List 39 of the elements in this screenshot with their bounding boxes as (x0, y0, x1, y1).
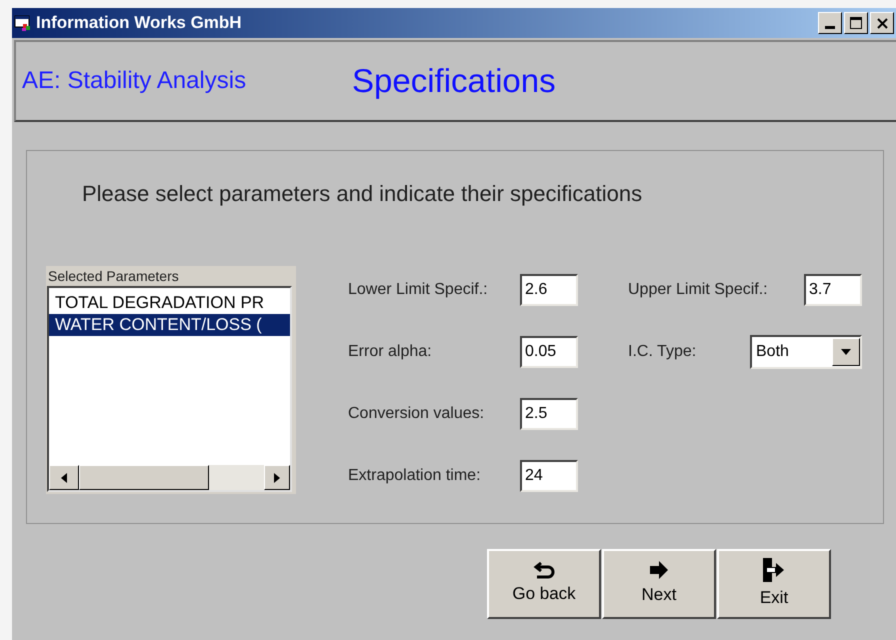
field-label: Error alpha: (348, 342, 433, 362)
list-caption: Selected Parameters (46, 266, 296, 286)
field-label: I.C. Type: (628, 342, 696, 362)
input-field[interactable]: 24 (520, 460, 578, 492)
scrollbar-thumb[interactable] (79, 465, 209, 490)
input-field[interactable]: 2.6 (520, 274, 578, 306)
field-label: Lower Limit Specif.: (348, 280, 489, 300)
door-exit-icon (762, 557, 786, 584)
close-button[interactable] (870, 12, 894, 34)
app-name: AE: Stability Analysis (22, 66, 248, 96)
minimize-button[interactable] (818, 12, 842, 34)
close-icon (876, 18, 888, 28)
maximize-icon (850, 17, 862, 29)
right-arrow-icon (274, 472, 280, 482)
list-item[interactable]: TOTAL DEGRADATION PR (49, 292, 290, 314)
minimize-icon (825, 26, 835, 29)
app-icon (14, 14, 32, 32)
window-title: Information Works GmbH (36, 12, 243, 34)
list-item[interactable]: WATER CONTENT/LOSS ( (49, 314, 290, 336)
instruction-text: Please select parameters and indicate their specifications (82, 180, 644, 208)
undo-arrow-icon (533, 561, 555, 580)
parameter-listbox[interactable]: TOTAL DEGRADATION PR WATER CONTENT/LOSS ( (46, 286, 296, 494)
field-label: Conversion values: (348, 404, 486, 424)
exit-button[interactable]: Exit (717, 549, 831, 619)
scroll-right-button[interactable] (264, 465, 290, 490)
input-field[interactable]: 0.05 (520, 336, 578, 368)
page-title: Specifications (352, 61, 556, 102)
input-field[interactable]: 2.5 (520, 398, 578, 430)
back-button[interactable]: Go back (487, 549, 601, 619)
field-label: Upper Limit Specif.: (628, 280, 768, 300)
maximize-button[interactable] (844, 12, 868, 34)
horizontal-scrollbar[interactable] (49, 465, 290, 490)
next-button[interactable]: Next (602, 549, 716, 619)
scroll-left-button[interactable] (49, 465, 79, 490)
input-field[interactable]: 3.7 (804, 274, 862, 306)
field-label: Extrapolation time: (348, 466, 482, 486)
type-dropdown[interactable]: Both (750, 335, 862, 369)
left-arrow-icon (61, 472, 67, 482)
right-arrow-icon (649, 560, 669, 580)
